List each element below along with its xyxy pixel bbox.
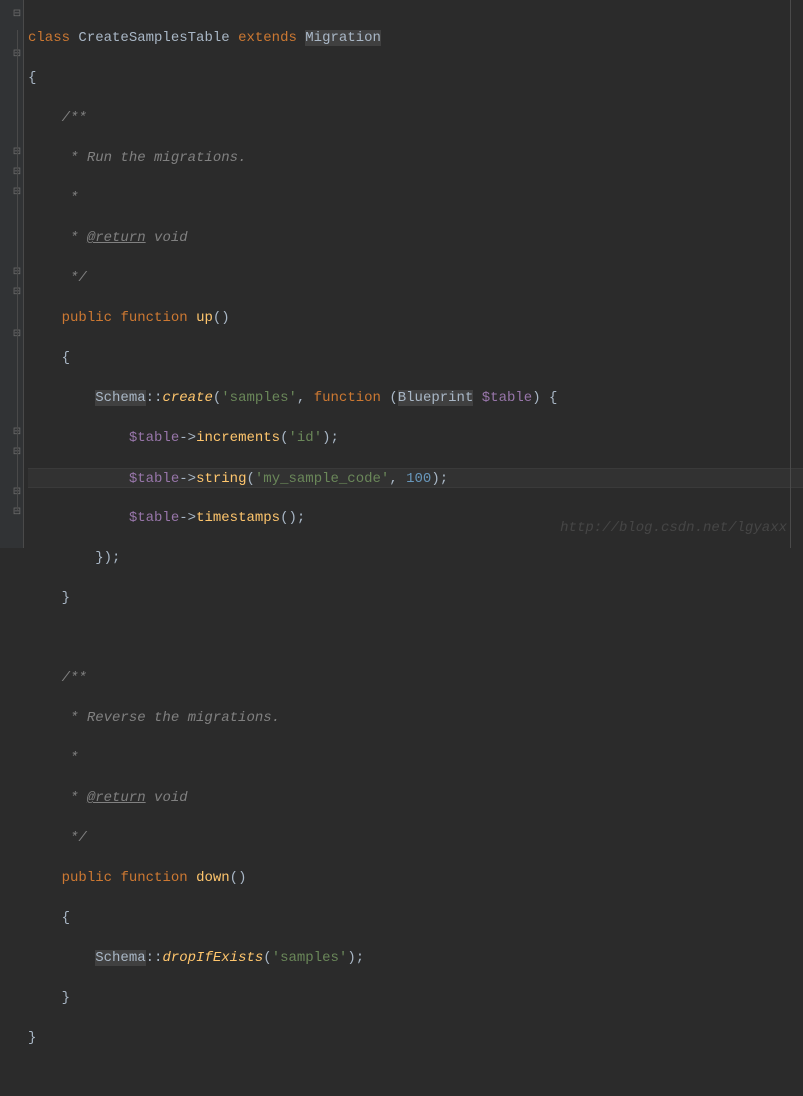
code-line-active: $table->string('my_sample_code', 100);: [28, 468, 803, 488]
code-line: * @return void: [28, 788, 803, 808]
code-line: {: [28, 68, 803, 88]
code-line: class CreateSamplesTable extends Migrati…: [28, 28, 803, 48]
code-line: Schema::create('samples', function (Blue…: [28, 388, 803, 408]
code-line: {: [28, 908, 803, 928]
code-line: Schema::dropIfExists('samples');: [28, 948, 803, 968]
code-line: public function up(): [28, 308, 803, 328]
code-line: /**: [28, 108, 803, 128]
code-line: */: [28, 268, 803, 288]
code-line: *: [28, 188, 803, 208]
code-line: * Run the migrations.: [28, 148, 803, 168]
code-line: $table->increments('id');: [28, 428, 803, 448]
code-line: }: [28, 1028, 803, 1048]
code-line: */: [28, 828, 803, 848]
code-line: {: [28, 348, 803, 368]
code-line: * @return void: [28, 228, 803, 248]
code-line: *: [28, 748, 803, 768]
code-content[interactable]: class CreateSamplesTable extends Migrati…: [24, 0, 803, 548]
fold-icon[interactable]: ⊟: [12, 10, 22, 20]
code-editor[interactable]: ⊟ ⊟ ⊟ ⊟ ⊟ ⊟ ⊟ ⊟ ⊟ ⊟ ⊟ ⊟ class CreateSamp…: [0, 0, 803, 548]
code-line: * Reverse the migrations.: [28, 708, 803, 728]
editor-margin-line: [790, 0, 791, 548]
code-line: [28, 628, 803, 648]
editor-gutter: ⊟ ⊟ ⊟ ⊟ ⊟ ⊟ ⊟ ⊟ ⊟ ⊟ ⊟ ⊟: [0, 0, 24, 548]
code-line: });: [28, 548, 803, 568]
code-line: }: [28, 588, 803, 608]
code-line: public function down(): [28, 868, 803, 888]
watermark-text: http://blog.csdn.net/lgyaxx: [560, 520, 787, 536]
code-line: }: [28, 988, 803, 1008]
code-line: /**: [28, 668, 803, 688]
